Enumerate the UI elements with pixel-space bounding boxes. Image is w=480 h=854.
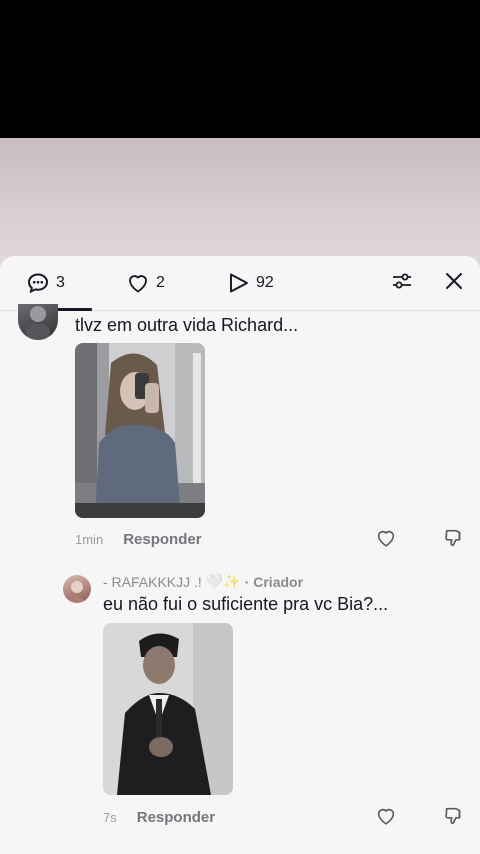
heart-icon — [375, 805, 397, 832]
reply-meta: 7s Responder — [103, 809, 215, 826]
filter-button[interactable] — [389, 270, 415, 296]
reply-avatar[interactable] — [63, 575, 91, 603]
comments-tabbar: 3 2 92 — [0, 256, 480, 311]
sliders-icon — [390, 269, 414, 298]
reply-button[interactable]: Responder — [123, 531, 201, 548]
comment-time: 1min — [75, 532, 104, 547]
comment-icon — [26, 271, 50, 295]
author-decoration: 🤍✨ — [205, 573, 241, 589]
comment-meta: 1min Responder — [75, 531, 202, 548]
thumbs-down-icon — [443, 805, 465, 832]
comment-text: tlvz em outra vida Richard... — [75, 315, 299, 335]
creator-badge: · Criador — [244, 573, 304, 590]
top-black-bar — [0, 0, 480, 138]
likes-count: 2 — [156, 274, 165, 291]
tab-comments[interactable]: 3 — [26, 270, 65, 296]
play-icon — [228, 271, 250, 295]
heart-icon — [375, 527, 397, 554]
suit-portrait-photo[interactable] — [103, 623, 233, 795]
thumbs-down-icon — [443, 527, 465, 554]
like-reply-button[interactable] — [374, 806, 398, 830]
reply-author-name[interactable]: - RAFAKKKJJ .! — [103, 574, 202, 590]
dislike-comment-button[interactable] — [442, 528, 466, 552]
close-button[interactable] — [441, 270, 467, 296]
tab-likes[interactable]: 2 — [126, 270, 165, 296]
close-icon — [443, 270, 465, 297]
comments-sheet: 3 2 92 tlvz em outra vida Richard... 1mi… — [0, 256, 480, 854]
tab-views[interactable]: 92 — [228, 270, 274, 296]
views-count: 92 — [256, 274, 274, 291]
user-avatar[interactable] — [18, 304, 58, 340]
mirror-selfie-photo[interactable] — [75, 343, 205, 518]
comments-count: 3 — [56, 274, 65, 291]
reply-author-row: - RAFAKKKJJ .! 🤍✨ · Criador — [103, 573, 303, 590]
dislike-reply-button[interactable] — [442, 806, 466, 830]
reply-text: eu não fui o suficiente pra vc Bia?... — [103, 594, 389, 614]
reply-button-2[interactable]: Responder — [137, 809, 215, 826]
reply-time: 7s — [103, 810, 117, 825]
heart-icon — [126, 271, 150, 295]
like-comment-button[interactable] — [374, 528, 398, 552]
